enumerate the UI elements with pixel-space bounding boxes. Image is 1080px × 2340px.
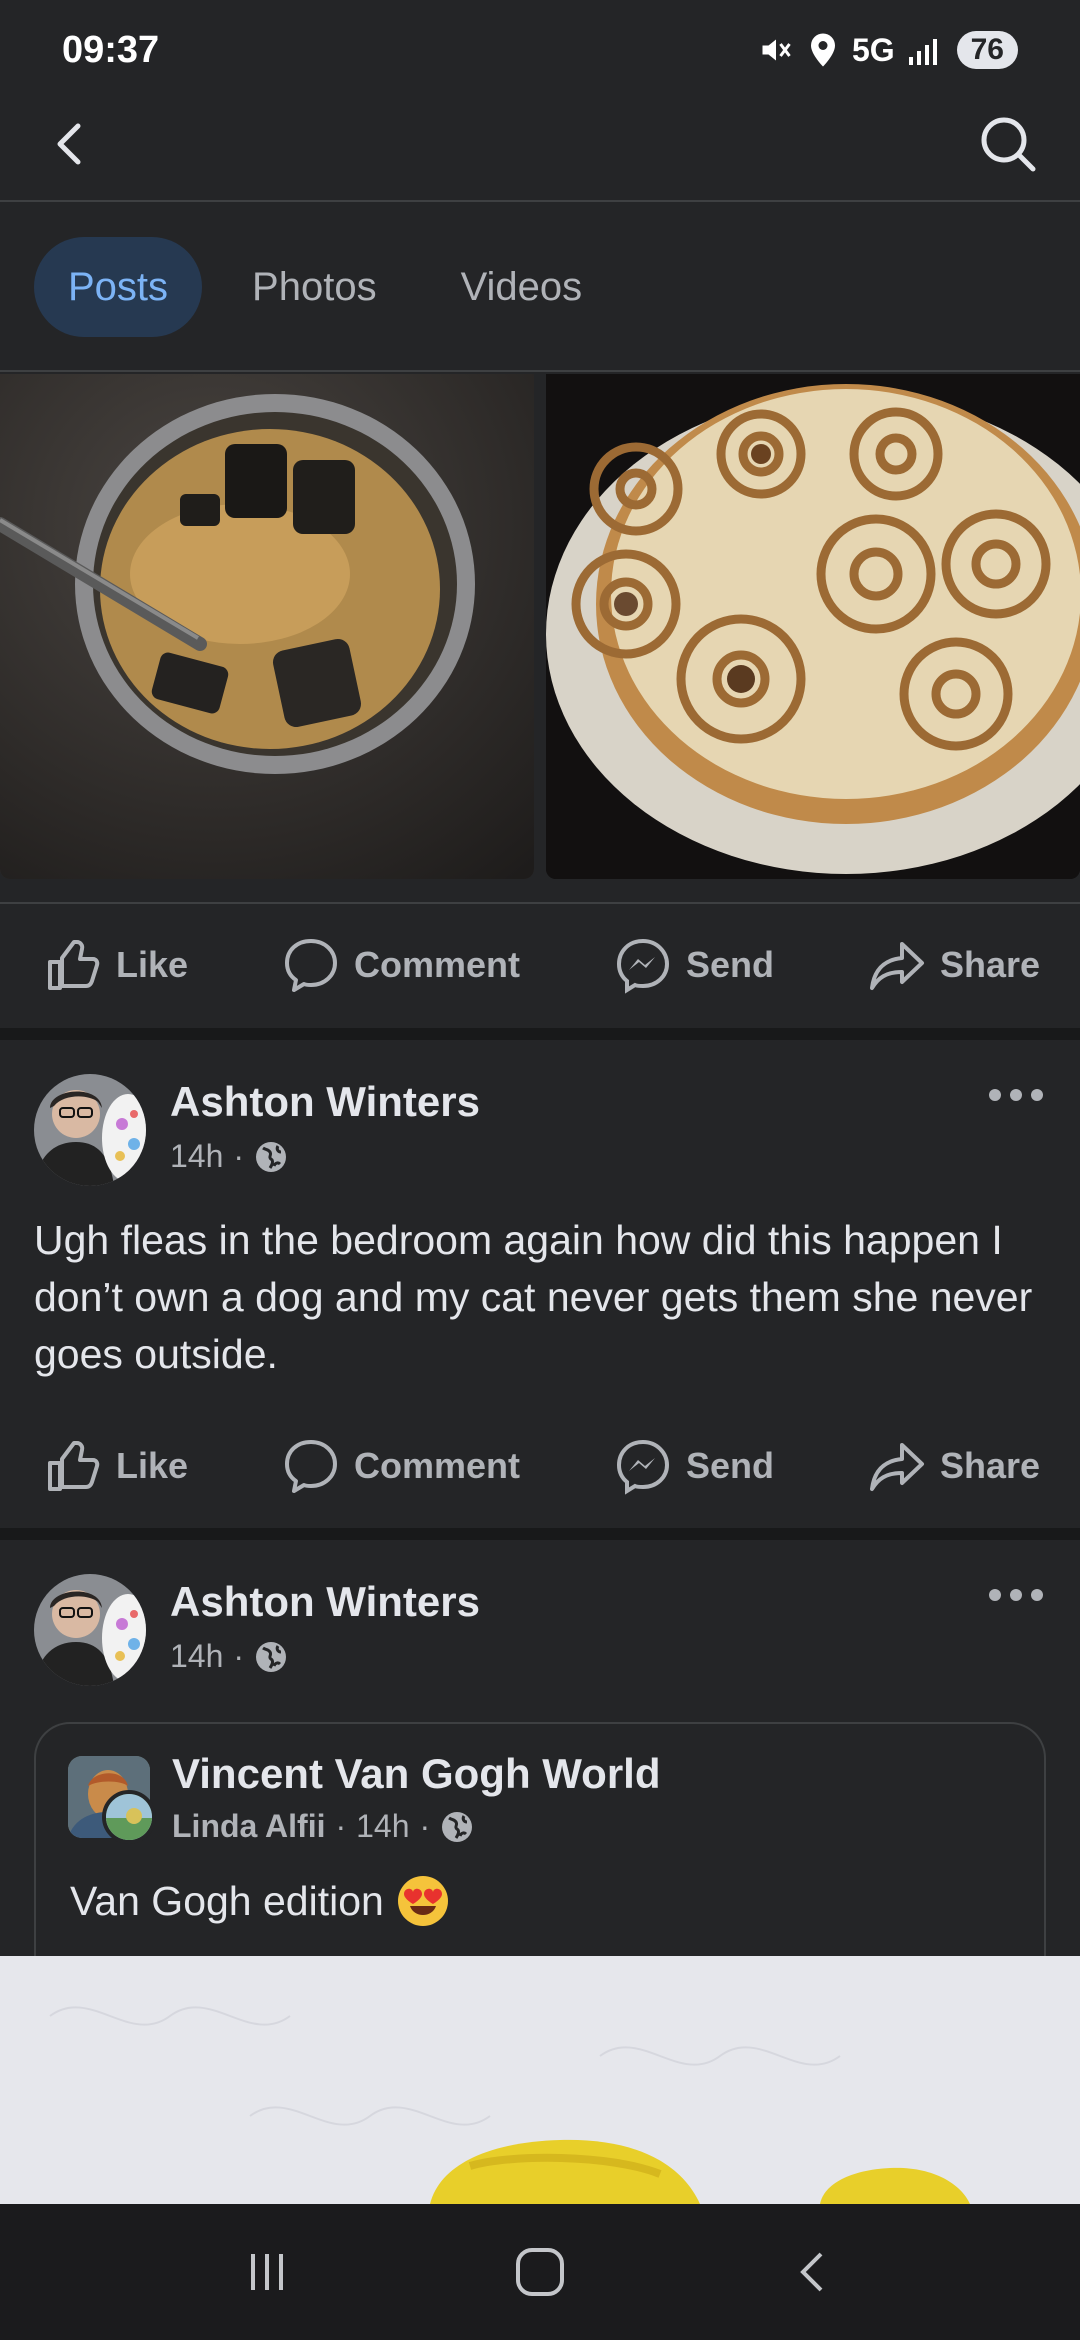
share-label: Share [939, 1445, 1040, 1486]
system-back-button[interactable] [773, 2232, 853, 2312]
author-name[interactable]: Ashton Winters [170, 1078, 480, 1126]
signal-icon [908, 39, 937, 65]
like-label: Like [116, 944, 189, 985]
meta-separator: · [419, 1808, 431, 1844]
messenger-icon [616, 938, 669, 994]
home-icon [515, 2248, 564, 2296]
heart-eyes-emoji-icon [397, 1876, 448, 1926]
poster-name[interactable]: Linda Alfii [172, 1808, 325, 1845]
meta-separator: · [233, 1138, 245, 1174]
shared-post-meta: Linda Alfii · 14h · [172, 1808, 474, 1845]
avatar[interactable] [34, 1074, 146, 1186]
send-label: Send [685, 944, 774, 985]
post-meta: 14h · [170, 1638, 288, 1675]
globe-icon [442, 1811, 473, 1842]
like-label: Like [116, 1445, 189, 1486]
post-meta: 14h · [170, 1138, 288, 1175]
shared-post-time[interactable]: 14h [356, 1808, 409, 1845]
share-button[interactable]: Share [868, 936, 1040, 994]
recent-apps-icon [250, 2254, 283, 2290]
more-options-icon[interactable] [986, 1580, 1046, 1610]
comment-label: Comment [354, 1445, 521, 1486]
comment-icon [285, 939, 337, 992]
send-button[interactable]: Send [614, 936, 774, 994]
globe-icon [256, 1141, 287, 1172]
recent-apps-button[interactable] [227, 2232, 307, 2312]
system-navigation-bar [0, 2204, 1080, 2340]
tab-photos[interactable]: Photos [218, 237, 411, 337]
iced-coffee-photo[interactable] [0, 374, 534, 879]
share-icon [869, 1443, 924, 1491]
shared-post-image[interactable] [0, 1956, 1080, 2204]
post1-action-bar: Like Comment Send Share [0, 1406, 1080, 1526]
comment-button[interactable]: Comment [282, 1437, 520, 1495]
tab-videos[interactable]: Videos [427, 237, 617, 337]
status-time: 09:37 [62, 28, 160, 71]
shared-post-text: Van Gogh edition [70, 1874, 450, 1928]
section-divider [0, 1528, 1080, 1540]
share-button[interactable]: Share [868, 1437, 1040, 1495]
thumbs-up-icon [48, 1441, 100, 1491]
post-time[interactable]: 14h [170, 1638, 223, 1675]
location-icon [810, 33, 835, 67]
post-time[interactable]: 14h [170, 1138, 223, 1175]
home-button[interactable] [500, 2232, 580, 2312]
like-button[interactable]: Like [44, 1437, 188, 1495]
comment-button[interactable]: Comment [282, 936, 520, 994]
status-icons: 5G 76 [758, 31, 1018, 69]
like-button[interactable]: Like [44, 936, 188, 994]
send-button[interactable]: Send [614, 1437, 774, 1495]
post1-header: Ashton Winters 14h · [34, 1074, 1046, 1194]
share-label: Share [939, 944, 1040, 985]
content-tabs: Posts Photos Videos [0, 204, 1080, 372]
send-label: Send [685, 1445, 774, 1486]
share-icon [869, 942, 924, 990]
back-arrow-icon[interactable] [42, 114, 102, 174]
avatar[interactable] [34, 1574, 146, 1686]
network-type: 5G [851, 31, 895, 68]
shared-text-content: Van Gogh edition [70, 1877, 384, 1924]
comment-icon [285, 1440, 337, 1493]
screen: 09:37 5G 76 Posts Photos Videos Like Com… [0, 0, 1080, 2340]
tab-posts[interactable]: Posts [34, 237, 203, 337]
meta-separator: · [233, 1638, 245, 1674]
top-nav [0, 100, 1080, 202]
meta-separator: · [335, 1808, 347, 1844]
post-text: Ugh fleas in the bedroom again how did t… [34, 1217, 1033, 1377]
cinnamon-roll-cake-photo[interactable] [546, 374, 1080, 879]
poster-avatar[interactable] [102, 1790, 156, 1844]
thumbs-up-icon [48, 940, 100, 990]
post0-action-bar: Like Comment Send Share [0, 905, 1080, 1025]
post-photos [0, 374, 1080, 879]
page-name[interactable]: Vincent Van Gogh World [172, 1750, 661, 1798]
status-bar: 09:37 5G 76 [0, 0, 1080, 100]
section-divider [0, 1028, 1080, 1040]
divider-line [0, 902, 1080, 904]
shared-post-card[interactable]: Vincent Van Gogh World Linda Alfii · 14h… [34, 1722, 1046, 1962]
mute-icon [762, 39, 791, 61]
search-icon[interactable] [976, 112, 1040, 176]
globe-icon [256, 1641, 287, 1672]
battery-level: 76 [956, 31, 1018, 69]
comment-label: Comment [354, 944, 521, 985]
author-name[interactable]: Ashton Winters [170, 1578, 480, 1626]
chevron-left-icon [800, 2252, 823, 2292]
messenger-icon [616, 1439, 669, 1495]
more-options-icon[interactable] [986, 1080, 1046, 1110]
post2-header: Ashton Winters 14h · [34, 1574, 1046, 1694]
